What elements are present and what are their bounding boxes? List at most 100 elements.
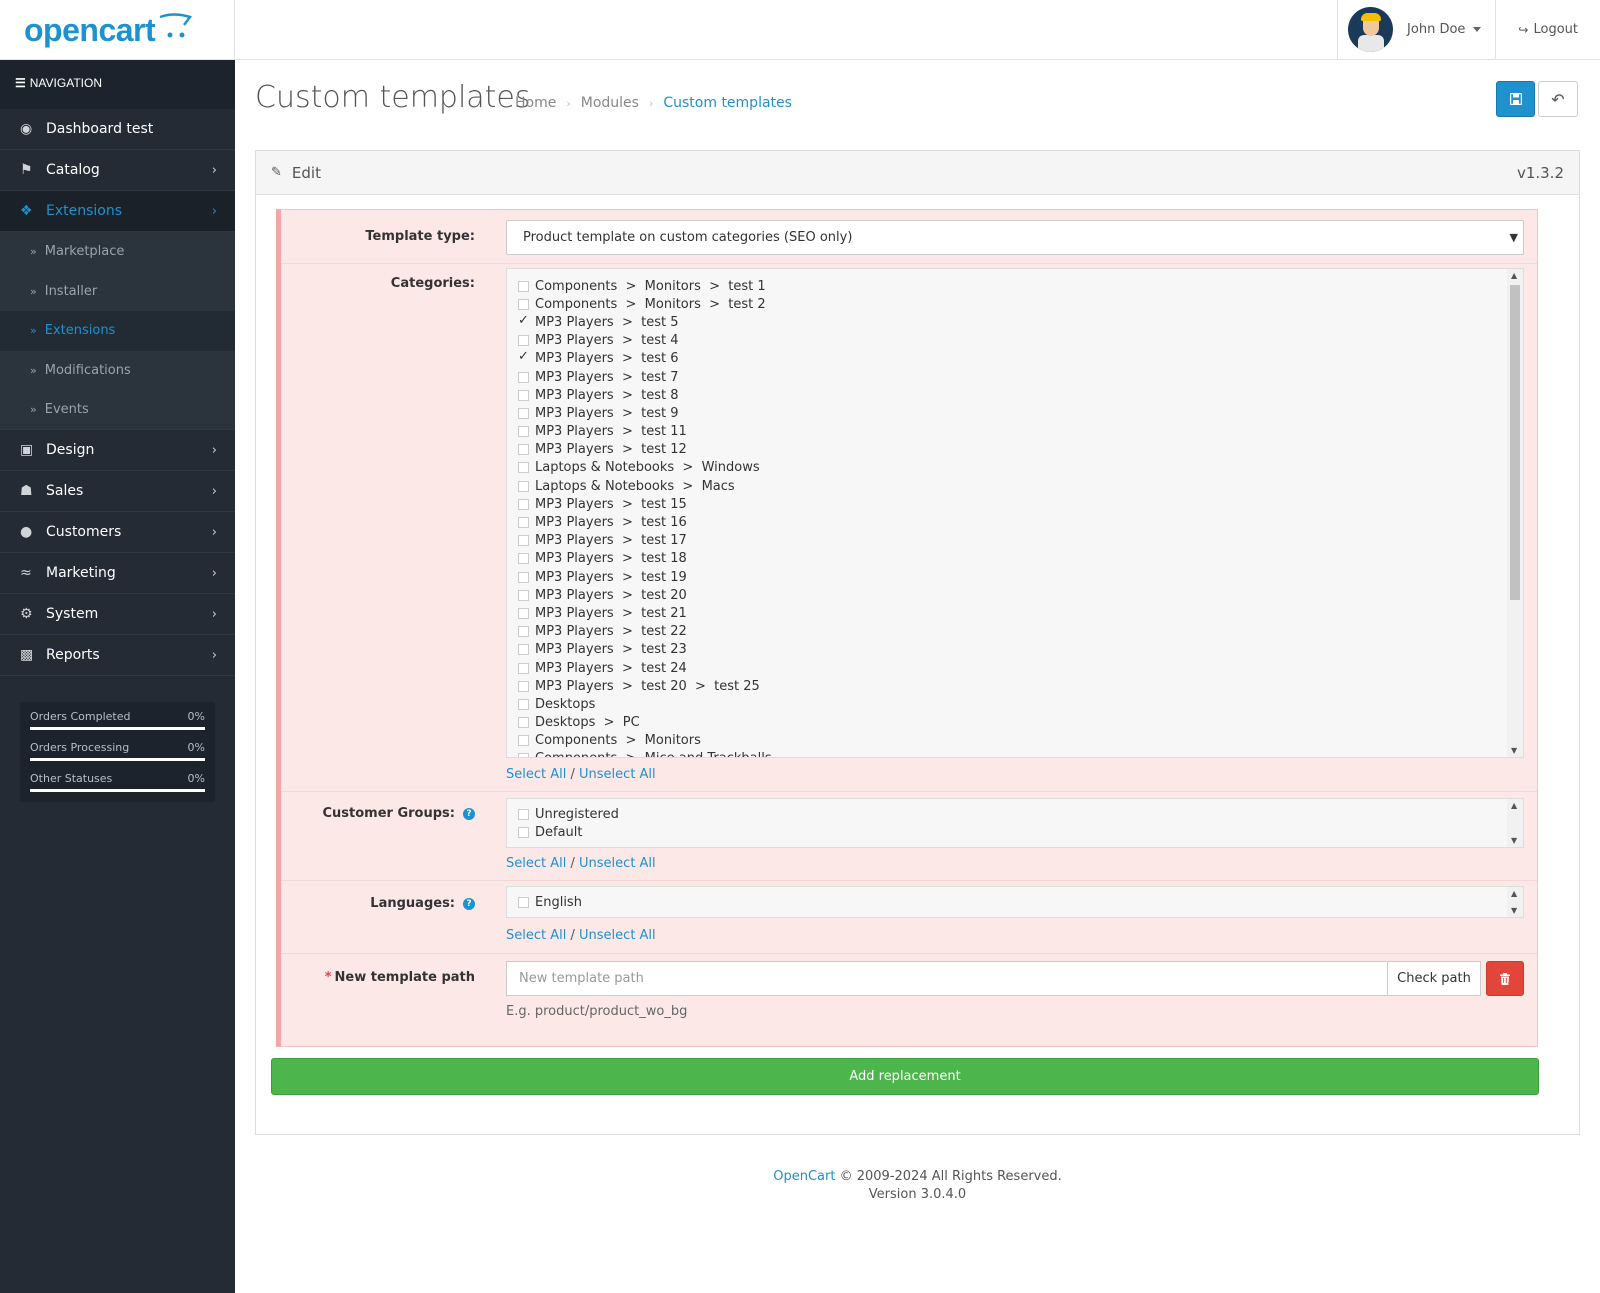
checkbox-item[interactable]: English [507, 893, 1523, 911]
sidebar-item-system[interactable]: ⚙ System › [0, 594, 235, 635]
unselect-all-link[interactable]: Unselect All [579, 767, 656, 782]
category-item[interactable]: MP3 Players > test 23 [507, 641, 1523, 659]
sidebar-subitem-events[interactable]: » Events [0, 390, 235, 430]
template-path-input[interactable]: New template path [506, 961, 1388, 996]
category-item[interactable]: MP3 Players > test 9 [507, 404, 1523, 422]
checkbox[interactable] [518, 407, 529, 419]
checkbox[interactable] [518, 589, 529, 601]
opencart-logo[interactable]: opencart [0, 0, 235, 60]
category-item[interactable]: MP3 Players > test 24 [507, 659, 1523, 677]
checkbox[interactable] [518, 298, 529, 310]
category-item[interactable]: MP3 Players > test 11 [507, 423, 1523, 441]
scrollbar[interactable]: ▲ ▼ [1507, 799, 1523, 847]
category-item[interactable]: MP3 Players > test 7 [507, 368, 1523, 386]
sidebar-item-design[interactable]: ▣ Design › [0, 430, 235, 471]
checkbox[interactable] [518, 571, 529, 583]
checkbox[interactable] [518, 280, 529, 292]
scroll-up-icon[interactable]: ▲ [1511, 801, 1517, 810]
help-icon[interactable]: ? [463, 808, 475, 820]
user-dropdown[interactable]: John Doe [1337, 0, 1495, 59]
sidebar-item-extensions[interactable]: ❖ Extensions › [0, 191, 235, 232]
scroll-up-icon[interactable]: ▲ [1511, 271, 1517, 280]
category-item[interactable]: MP3 Players > test 16 [507, 513, 1523, 531]
checkbox[interactable] [518, 680, 529, 692]
languages-scrollbox[interactable]: English ▲ ▼ [506, 886, 1524, 918]
checkbox[interactable] [518, 498, 529, 510]
checkbox[interactable] [518, 426, 529, 438]
select-all-link[interactable]: Select All [506, 928, 566, 943]
scroll-down-icon[interactable]: ▼ [1511, 746, 1517, 755]
sidebar-subitem-marketplace[interactable]: » Marketplace [0, 232, 235, 272]
scrollbar[interactable]: ▲ ▼ [1507, 269, 1523, 757]
category-item[interactable]: MP3 Players > test 18 [507, 550, 1523, 568]
category-item[interactable]: MP3 Players > test 22 [507, 623, 1523, 641]
sidebar-subitem-modifications[interactable]: » Modifications [0, 350, 235, 390]
opencart-link[interactable]: OpenCart [773, 1169, 835, 1184]
select-all-link[interactable]: Select All [506, 856, 566, 871]
category-item[interactable]: Desktops [507, 695, 1523, 713]
checkbox[interactable] [518, 607, 529, 619]
category-item[interactable]: MP3 Players > test 8 [507, 386, 1523, 404]
checkbox[interactable] [518, 808, 529, 820]
sidebar-subitem-installer[interactable]: » Installer [0, 271, 235, 311]
checkbox[interactable] [518, 480, 529, 492]
checkbox[interactable] [518, 444, 529, 456]
save-button[interactable] [1496, 81, 1535, 117]
sidebar-item-reports[interactable]: ▩ Reports › [0, 635, 235, 676]
categories-scrollbox[interactable]: Components > Monitors > test 1 Components… [506, 268, 1524, 758]
category-item[interactable]: Laptops & Notebooks > Windows [507, 459, 1523, 477]
breadcrumb-home[interactable]: Home [515, 95, 556, 111]
checkbox-item[interactable]: Default [507, 823, 1523, 841]
select-all-link[interactable]: Select All [506, 767, 566, 782]
category-item[interactable]: MP3 Players > test 5 [507, 313, 1523, 331]
checkbox[interactable] [518, 535, 529, 547]
scrollbar-thumb[interactable] [1510, 285, 1520, 600]
category-item[interactable]: MP3 Players > test 6 [507, 349, 1523, 368]
category-item[interactable]: Desktops > PC [507, 714, 1523, 732]
checkbox[interactable] [518, 644, 529, 656]
checkbox[interactable] [518, 717, 529, 729]
checkbox[interactable] [518, 698, 529, 710]
help-icon[interactable]: ? [463, 898, 475, 910]
checkbox[interactable] [518, 462, 529, 474]
checkbox[interactable] [518, 517, 529, 529]
scroll-down-icon[interactable]: ▼ [1511, 906, 1517, 915]
sidebar-item-dashboard[interactable]: ◉ Dashboard test [0, 109, 235, 150]
category-item[interactable]: Components > Monitors > test 1 [507, 277, 1523, 295]
scroll-up-icon[interactable]: ▲ [1511, 889, 1517, 898]
checkbox[interactable] [518, 335, 529, 347]
category-item[interactable]: MP3 Players > test 21 [507, 604, 1523, 622]
add-replacement-button[interactable]: Add replacement [271, 1058, 1539, 1095]
category-item[interactable]: MP3 Players > test 15 [507, 495, 1523, 513]
delete-button[interactable] [1486, 961, 1524, 996]
customer-groups-scrollbox[interactable]: Unregistered Default ▲ ▼ [506, 798, 1524, 848]
check-path-button[interactable]: Check path [1387, 961, 1481, 996]
category-item[interactable]: Components > Mice and Trackballs [507, 750, 1523, 757]
sidebar-item-marketing[interactable]: ≈ Marketing › [0, 553, 235, 594]
checkbox-checked[interactable] [518, 349, 529, 364]
checkbox[interactable] [518, 662, 529, 674]
category-item[interactable]: MP3 Players > test 12 [507, 441, 1523, 459]
checkbox[interactable] [518, 389, 529, 401]
sidebar-item-customers[interactable]: ● Customers › [0, 512, 235, 553]
back-button[interactable]: ↶ [1538, 81, 1578, 117]
logout-link[interactable]: ↪ Logout [1495, 0, 1600, 59]
checkbox[interactable] [518, 753, 529, 757]
sidebar-item-sales[interactable]: ☗ Sales › [0, 471, 235, 512]
checkbox[interactable] [518, 553, 529, 565]
category-item[interactable]: Laptops & Notebooks > Macs [507, 477, 1523, 495]
checkbox-checked[interactable] [518, 313, 529, 328]
breadcrumb-current[interactable]: Custom templates [663, 95, 792, 111]
category-item[interactable]: MP3 Players > test 20 > test 25 [507, 677, 1523, 695]
scroll-down-icon[interactable]: ▼ [1511, 836, 1517, 845]
category-item[interactable]: Components > Monitors > test 2 [507, 295, 1523, 313]
category-item[interactable]: MP3 Players > test 17 [507, 532, 1523, 550]
checkbox[interactable] [518, 626, 529, 638]
breadcrumb-modules[interactable]: Modules [581, 95, 639, 111]
sidebar-subitem-extensions[interactable]: » Extensions [0, 311, 235, 351]
checkbox[interactable] [518, 371, 529, 383]
sidebar-item-catalog[interactable]: ⚑ Catalog › [0, 150, 235, 191]
category-item[interactable]: MP3 Players > test 20 [507, 586, 1523, 604]
unselect-all-link[interactable]: Unselect All [579, 856, 656, 871]
checkbox[interactable] [518, 826, 529, 838]
